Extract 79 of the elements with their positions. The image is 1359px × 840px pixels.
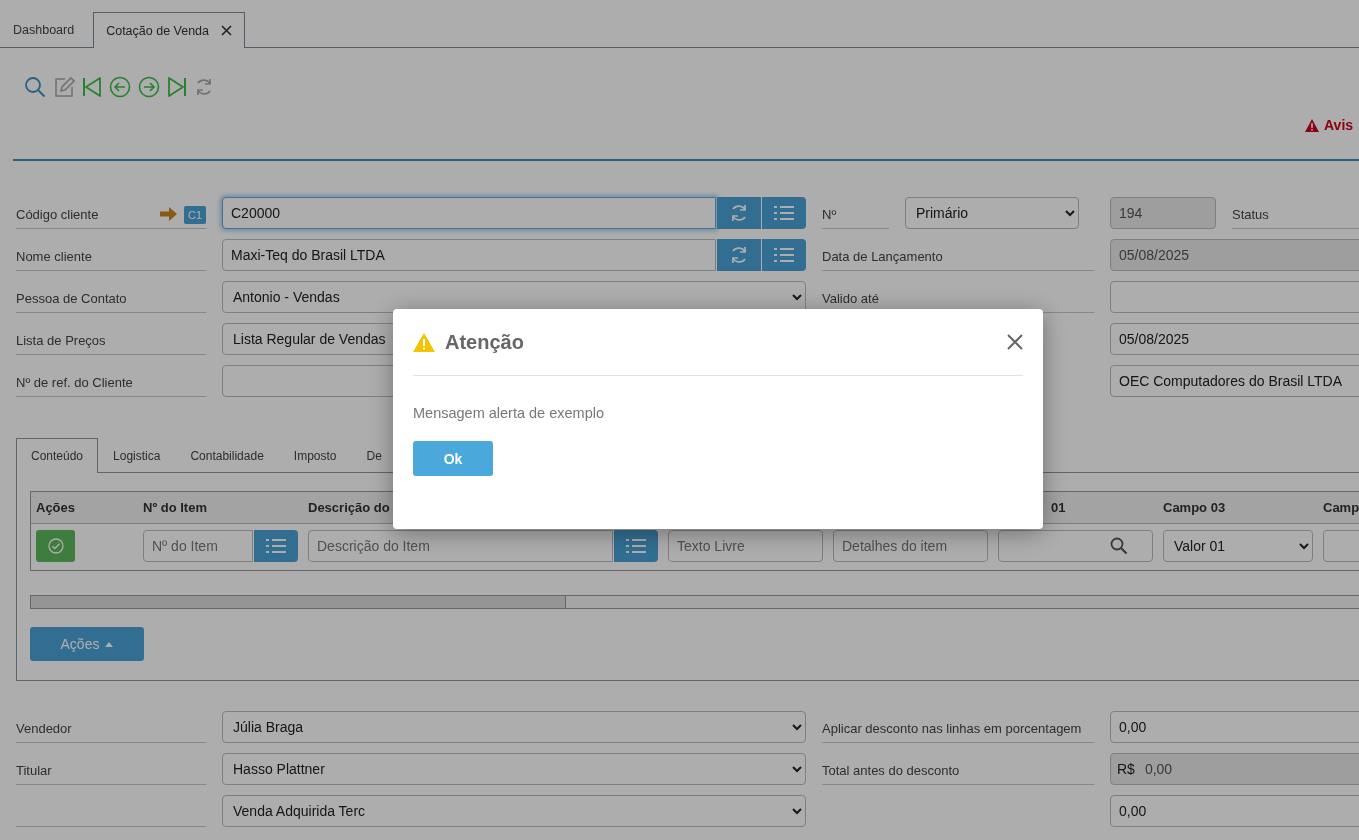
arrow-right-icon	[159, 207, 177, 221]
tab[interactable]: Contabilidade	[175, 438, 279, 473]
warning-text: Avis	[1324, 117, 1354, 133]
confirm-button[interactable]	[36, 530, 75, 562]
refresh-button[interactable]	[717, 197, 761, 229]
close-icon[interactable]	[221, 25, 233, 36]
skip-forward-icon[interactable]	[167, 76, 187, 98]
input-field[interactable]: 0,00	[1110, 711, 1359, 743]
tab[interactable]: Logistica	[98, 438, 176, 473]
list-icon	[266, 538, 286, 554]
refresh-button[interactable]	[717, 239, 761, 271]
caret-up-icon	[105, 641, 114, 647]
list-icon	[626, 538, 646, 554]
list-button[interactable]	[762, 239, 806, 271]
tab[interactable]: Cotação de Venda	[93, 12, 246, 48]
tab[interactable]: De	[351, 438, 397, 473]
column-header: Ações	[36, 500, 76, 515]
column-header: Descrição do	[308, 500, 390, 515]
refresh-icon	[729, 245, 749, 265]
field-label: Vendedor	[16, 721, 72, 736]
list-icon	[774, 205, 794, 221]
tab[interactable]: Imposto	[278, 438, 352, 473]
scrollbar[interactable]	[30, 595, 1359, 609]
input-field[interactable]: OEC Computadores do Brasil LTDA	[1110, 365, 1359, 397]
field-label: Status	[1232, 207, 1269, 222]
dropdown[interactable]: Primário	[905, 197, 1079, 229]
refresh-icon	[729, 203, 749, 223]
dropdown[interactable]: Venda Adquirida Terc	[222, 795, 806, 827]
tab[interactable]: Conteúdo	[16, 438, 99, 473]
badge: C1	[183, 206, 206, 224]
column-header: 01	[1051, 500, 1066, 515]
field-label: Nome cliente	[16, 249, 92, 264]
close-icon[interactable]	[1007, 334, 1023, 350]
warning-icon	[1305, 118, 1319, 132]
input-field[interactable]: Nº do Item	[143, 530, 253, 562]
field-label: Lista de Preços	[16, 333, 106, 348]
input-field[interactable]: 0,00	[1110, 795, 1359, 827]
arrow-right-icon[interactable]	[138, 76, 160, 98]
input-field[interactable]: 05/08/2025	[1110, 323, 1359, 355]
list-button[interactable]	[614, 530, 658, 562]
check-icon	[47, 538, 64, 554]
dropdown[interactable]: Antonio - Vendas	[222, 281, 806, 313]
search-field[interactable]	[998, 530, 1153, 562]
input-field[interactable]: Descrição do Item	[308, 530, 613, 562]
list-button[interactable]	[762, 197, 806, 229]
list-icon	[774, 247, 794, 263]
tab[interactable]: Dashboard	[0, 11, 88, 48]
input-field[interactable]: Maxi-Teq do Brasil LTDA	[222, 239, 716, 271]
field-value: 0,00	[1144, 761, 1173, 777]
field-label: Valido até	[822, 291, 879, 306]
search-icon	[1110, 537, 1128, 555]
input-field[interactable]: Texto Livre	[668, 530, 823, 562]
field-label: Total antes do desconto	[822, 763, 960, 778]
field-label: Data de Lançamento	[822, 249, 943, 264]
field-label: Nº de ref. do Cliente	[16, 375, 133, 390]
search-icon[interactable]	[24, 76, 46, 98]
input-field[interactable]: 05/08/2025	[1110, 239, 1359, 271]
input-field[interactable]: C20000	[222, 197, 716, 229]
column-header: Camp	[1323, 500, 1359, 515]
column-header: Campo 03	[1163, 500, 1226, 515]
arrow-left-icon[interactable]	[109, 76, 131, 98]
field-label: Aplicar desconto nas linhas em porcentagem	[822, 721, 1082, 736]
skip-back-icon[interactable]	[82, 76, 102, 98]
dialog-title: Atenção	[445, 330, 525, 354]
dropdown[interactable]: Valor 01	[1163, 530, 1313, 562]
dropdown[interactable]: Júlia Braga	[222, 711, 806, 743]
field-label: Titular	[16, 763, 52, 778]
list-button[interactable]	[254, 530, 298, 562]
column-header: Nº do Item	[143, 500, 207, 515]
input-field[interactable]: 194	[1110, 197, 1216, 229]
warning-icon	[413, 332, 435, 352]
field-label: Pessoa de Contato	[16, 291, 127, 306]
input-field[interactable]: Detalhes do item	[833, 530, 988, 562]
field-label: Nº	[822, 207, 837, 222]
dropdown[interactable]: Hasso Plattner	[222, 753, 806, 785]
currency-symbol: R$	[1117, 761, 1135, 777]
dialog-message: Mensagem alerta de exemplo	[413, 405, 606, 421]
field-label: Código cliente	[16, 207, 99, 222]
input-field[interactable]	[1110, 281, 1359, 313]
